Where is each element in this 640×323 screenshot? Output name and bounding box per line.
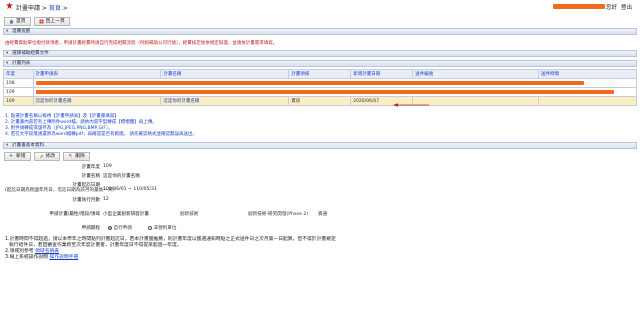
category-attr: 創新技術: [180, 212, 199, 217]
home-button-label: 首頁: [16, 19, 26, 24]
col-date[interactable]: 新增計畫日期: [350, 69, 414, 79]
breadcrumb-suffix: >: [60, 5, 68, 12]
category-domain: 資通: [318, 212, 328, 217]
radio-nonprofit[interactable]: 非營利單位: [148, 225, 176, 231]
col-time[interactable]: 送件時間: [538, 69, 637, 79]
name-label: 計畫名稱: [81, 174, 100, 179]
period-value: 109/06/01 ~ 110/05/31: [103, 187, 157, 192]
redaction-bar: [35, 81, 584, 85]
collapse-icon: ▾: [6, 61, 9, 66]
months-value: 12: [103, 197, 109, 202]
year-label: 計畫年度: [81, 165, 100, 170]
col-no[interactable]: 送件編號: [412, 69, 540, 79]
edit-button-label: 修改: [45, 154, 56, 159]
name-value: 這是你的計畫名稱: [103, 174, 140, 179]
row-year: 109: [3, 87, 34, 97]
tips-list: 1. 點選計畫名稱以檢視【計畫申請表】及【計畫書填寫】 2. 計畫書內容若有上傳…: [5, 114, 197, 138]
row-redacted: [32, 78, 638, 88]
row-no: [412, 96, 540, 106]
add-button[interactable]: + 新增: [4, 152, 31, 161]
edit-button[interactable]: 修改: [33, 152, 61, 161]
back-icon: [39, 19, 44, 24]
breadcrumb-home-link[interactable]: 首頁: [49, 5, 61, 12]
collapse-icon: ▾: [6, 29, 9, 34]
row-year: 108: [3, 78, 34, 88]
home-icon: [9, 19, 14, 24]
col-form[interactable]: 計畫申請表: [32, 69, 162, 79]
basic-info-header[interactable]: ▾ 計畫書基本資料: [3, 142, 637, 149]
basic-info-title: 計畫書基本資料: [12, 143, 45, 148]
footer-line-2-prefix: 2.領域別參考: [5, 249, 36, 254]
breadcrumb-separator: >: [40, 5, 49, 12]
tip-item: 4. 若在文字段落請還原為word檔轉pdf，再確認是否有跑版。 請先確認格式並…: [5, 132, 198, 137]
footer-line-3: 3.線上系統操作說明 操作說明手冊: [5, 255, 336, 261]
back-button-label: 回上一頁: [45, 19, 65, 24]
action-bar: + 新增 修改 ✕ 刪除: [4, 152, 90, 161]
notice-header[interactable]: ▾ 溫馨提醒: [3, 28, 637, 35]
row-form-link[interactable]: 這是你的計畫名稱: [32, 96, 162, 106]
user-greeting: 您好: [606, 5, 618, 11]
pencil-icon: [39, 154, 44, 158]
radio-self-apply-label: 自行申請: [113, 226, 132, 231]
row-name-link[interactable]: 這是你的計畫名稱: [160, 96, 290, 106]
collapse-icon: ▾: [6, 51, 9, 56]
notice-title: 溫馨提醒: [12, 29, 31, 34]
col-name[interactable]: 計畫名稱: [160, 69, 290, 79]
breadcrumb-app-title: 計畫申請: [16, 5, 41, 12]
back-button[interactable]: 回上一頁: [33, 17, 70, 26]
radio-checked-icon: [108, 225, 112, 230]
footer-line-3-prefix: 3.線上系統操作說明: [5, 255, 50, 260]
notice-text: 由經費資助單位撥付款項者，申請計畫經費時請自行完成相關流程（例如補助公司行號），…: [5, 41, 278, 46]
home-button[interactable]: 首頁: [4, 17, 31, 26]
logout-link[interactable]: 登出: [621, 3, 632, 11]
plan-list-title: 計畫列表: [12, 61, 31, 66]
row-year: 109: [3, 96, 34, 106]
plan-table: 年度 計畫申請表 計畫名稱 計畫領域 新增計畫日期 送件編號 送件時間 108 …: [3, 69, 638, 106]
plus-icon: +: [9, 154, 14, 159]
footer-notes: 1.計畫時間不得超過，請以本學年之時間點列計畫起訖日，若本計畫獲推薦，則計畫年度…: [5, 237, 336, 261]
redaction-bar: [35, 90, 614, 94]
plan-list-header[interactable]: ▾ 計畫列表: [3, 60, 637, 67]
period-hint: (起訖日期為民國年月日，迄訖日期為該月的最後一天): [5, 188, 115, 193]
domain-table-link[interactable]: 領域名稱表: [35, 249, 59, 254]
breadcrumb: 計畫申請 > 首頁 >: [16, 3, 68, 12]
collapse-icon: ▾: [6, 143, 9, 148]
table-row-selected[interactable]: 109 這是你的計畫名稱 這是你的計畫名稱 資訊 2020/06/07: [3, 96, 637, 106]
close-icon: ✕: [68, 154, 73, 159]
sync-label: 申請期程: [81, 226, 100, 231]
category-label: 申請計畫/屬性/階段/領域: [49, 212, 100, 217]
year-value: 109: [103, 164, 112, 169]
delete-button-label: 刪除: [75, 154, 85, 159]
select-files-header[interactable]: ▾ 選擇補助經費文件: [3, 50, 637, 57]
row-time: [538, 96, 637, 106]
user-name-redacted: [553, 4, 605, 9]
table-row[interactable]: 109: [3, 87, 638, 97]
radio-self-apply[interactable]: 自行申請: [108, 225, 132, 231]
category-value: 小型企業創新研發計畫: [103, 212, 149, 217]
radio-nonprofit-label: 非營利單位: [153, 226, 177, 231]
logo-icon: [5, 2, 14, 10]
delete-button[interactable]: ✕ 刪除: [63, 152, 90, 161]
months-label: 計畫執行月數: [72, 198, 100, 203]
manual-link[interactable]: 操作說明手冊: [49, 255, 78, 260]
annotation-arrow-icon: [393, 103, 429, 107]
table-row[interactable]: 108: [3, 78, 638, 88]
table-header-row: 年度 計畫申請表 計畫名稱 計畫領域 新增計畫日期 送件編號 送件時間: [3, 69, 637, 79]
select-files-title: 選擇補助經費文件: [12, 51, 49, 56]
top-bar: 計畫申請 > 首頁 > 您好 登出: [0, 0, 640, 12]
radio-unchecked-icon: [148, 225, 152, 230]
row-redacted: [32, 87, 638, 97]
category-stage: 創新技術-研究開發(Phase 2): [248, 212, 309, 217]
row-domain: 資訊: [288, 96, 352, 106]
toolbar: 首頁 回上一頁: [4, 17, 70, 26]
col-year[interactable]: 年度: [3, 69, 34, 79]
col-domain[interactable]: 計畫領域: [288, 69, 352, 79]
add-button-label: 新增: [16, 154, 26, 159]
